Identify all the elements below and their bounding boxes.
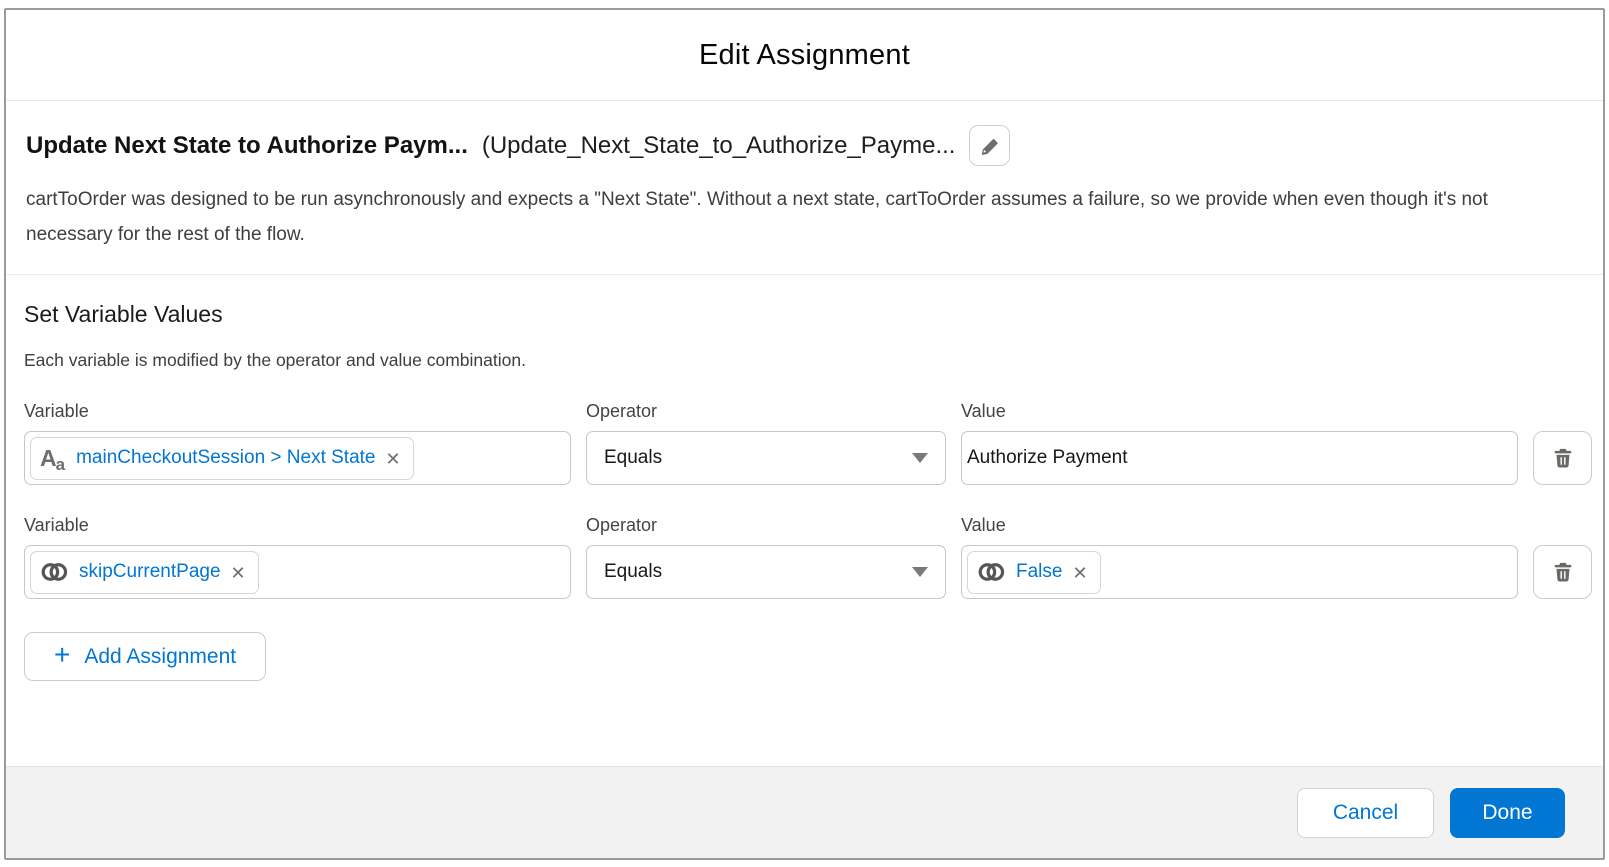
value-label: Value <box>961 515 1006 535</box>
delete-assignment-button-1[interactable] <box>1533 431 1592 485</box>
assignment-description: cartToOrder was designed to be run async… <box>26 189 1488 245</box>
plus-icon: + <box>54 639 71 670</box>
operator-label: Operator <box>586 401 658 421</box>
cancel-button[interactable]: Cancel <box>1297 787 1434 838</box>
dialog-title: Edit Assignment <box>699 38 910 71</box>
chevron-down-icon <box>912 567 928 577</box>
set-variable-values-section: Set Variable Values Each variable is mod… <box>6 275 1603 766</box>
edit-assignment-dialog: Edit Assignment Update Next State to Aut… <box>4 8 1605 860</box>
done-button[interactable]: Done <box>1450 787 1565 838</box>
assignment-row-2: Variable skipCurrentPage ✕ Operator Equa… <box>24 515 1592 599</box>
chevron-down-icon <box>912 453 928 463</box>
dialog-titlebar: Edit Assignment <box>6 10 1603 101</box>
assignment-row-1: Variable Aa mainCheckoutSession > Next S… <box>24 401 1592 485</box>
value-input-1[interactable] <box>961 431 1518 485</box>
variable-label: Variable <box>24 515 89 535</box>
variable-pill-label: mainCheckoutSession > Next State <box>76 447 376 468</box>
add-assignment-label: Add Assignment <box>84 644 237 668</box>
value-pill[interactable]: False ✕ <box>967 550 1101 594</box>
variable-label: Variable <box>24 401 89 421</box>
operator-value: Equals <box>604 447 663 468</box>
variable-pill[interactable]: skipCurrentPage ✕ <box>30 550 259 594</box>
delete-assignment-button-2[interactable] <box>1533 545 1592 599</box>
variable-pill[interactable]: Aa mainCheckoutSession > Next State ✕ <box>30 436 414 480</box>
operator-label: Operator <box>586 515 658 535</box>
trash-icon <box>1551 560 1575 584</box>
assignment-name: Update Next State to Authorize Paym... <box>26 131 468 159</box>
value-pill-label: False <box>1016 561 1063 582</box>
assignment-header: Update Next State to Authorize Paym... (… <box>6 101 1603 275</box>
dialog-footer: Cancel Done <box>6 766 1603 858</box>
pencil-icon <box>979 135 1001 157</box>
add-assignment-button[interactable]: + Add Assignment <box>24 632 267 681</box>
boolean-toggle-icon <box>977 560 1006 584</box>
value-combobox-2[interactable]: False ✕ <box>961 545 1518 599</box>
assignment-api-name: (Update_Next_State_to_Authorize_Payme... <box>481 131 956 159</box>
operator-select-2[interactable]: Equals <box>586 545 946 599</box>
value-label: Value <box>961 401 1006 421</box>
remove-pill-icon[interactable]: ✕ <box>386 449 401 468</box>
section-subheading: Each variable is modified by the operato… <box>24 350 526 370</box>
text-type-icon: Aa <box>40 444 66 474</box>
trash-icon <box>1551 446 1575 470</box>
operator-select-1[interactable]: Equals <box>586 431 946 485</box>
section-heading: Set Variable Values <box>24 301 223 327</box>
variable-pill-label: skipCurrentPage <box>79 561 221 582</box>
variable-combobox-2[interactable]: skipCurrentPage ✕ <box>24 545 571 599</box>
remove-pill-icon[interactable]: ✕ <box>1072 563 1087 582</box>
remove-pill-icon[interactable]: ✕ <box>231 563 246 582</box>
variable-combobox-1[interactable]: Aa mainCheckoutSession > Next State ✕ <box>24 431 571 485</box>
operator-value: Equals <box>604 561 663 582</box>
edit-name-button[interactable] <box>969 125 1011 166</box>
boolean-toggle-icon <box>40 560 69 584</box>
